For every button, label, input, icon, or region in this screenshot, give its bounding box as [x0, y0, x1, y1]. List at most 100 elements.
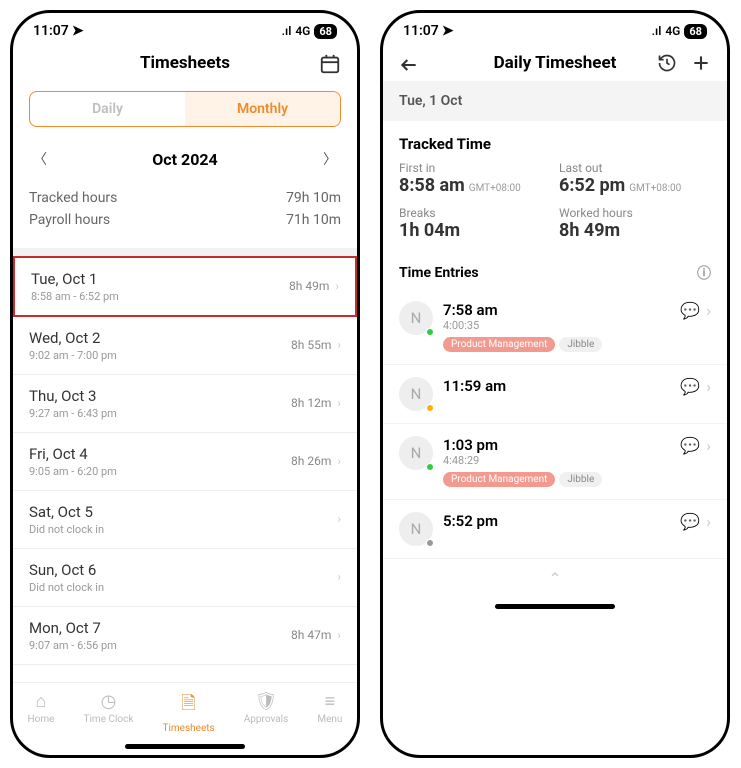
chevron-right-icon: › [706, 301, 711, 320]
chevron-right-icon: › [706, 377, 711, 396]
day-row[interactable]: Sat, Oct 5Did not clock in› [13, 491, 357, 549]
tab-menu-label: Menu [317, 714, 342, 725]
day-subtitle: 9:27 am - 6:43 pm [29, 407, 117, 420]
worked-label: Worked hours [559, 206, 711, 220]
avatar: N [399, 301, 433, 335]
page-title: Timesheets [140, 53, 230, 73]
comment-icon[interactable]: 💬 [680, 436, 700, 455]
chevron-right-icon: › [337, 396, 341, 410]
chevron-right-icon: › [337, 628, 341, 642]
day-title: Sun, Oct 6 [29, 561, 104, 579]
avatar: N [399, 512, 433, 546]
day-row[interactable]: Thu, Oct 39:27 am - 6:43 pm8h 12m› [13, 375, 357, 433]
stopwatch-icon: ◷ [101, 691, 117, 712]
month-label: Oct 2024 [152, 150, 217, 169]
segment-control[interactable]: Daily Monthly [29, 91, 341, 127]
shield-icon: 🛡 [255, 691, 278, 712]
history-icon[interactable] [657, 53, 677, 73]
comment-icon[interactable]: 💬 [680, 512, 700, 531]
segment-monthly[interactable]: Monthly [185, 92, 340, 126]
entries-header: Time Entries ⓘ [383, 253, 727, 289]
time-entry[interactable]: N 5:52 pm 💬 › [383, 500, 727, 559]
first-in-label: First in [399, 161, 551, 175]
day-subtitle: 9:05 am - 6:20 pm [29, 465, 117, 478]
day-subtitle: 9:02 am - 7:00 pm [29, 349, 117, 362]
status-time: 11:07 [403, 23, 439, 39]
entry-pill: Jibble [559, 472, 602, 487]
payroll-hours-label: Payroll hours [29, 209, 110, 231]
home-icon: ⌂ [36, 691, 47, 712]
day-subtitle: 9:07 am - 6:56 pm [29, 639, 117, 652]
tracked-hours-label: Tracked hours [29, 187, 117, 209]
day-row[interactable]: Mon, Oct 7 9:07 am - 6:56 pm 8h 47m› [13, 607, 357, 665]
status-bar: 11:07➤ .ıl 4G 68 [13, 13, 357, 45]
header: Daily Timesheet [383, 45, 727, 81]
tab-approvals-label: Approvals [244, 714, 288, 725]
tab-menu[interactable]: ≡ Menu [317, 691, 342, 734]
comment-icon[interactable]: 💬 [680, 377, 700, 396]
day-title: Sat, Oct 5 [29, 503, 104, 521]
tab-time-clock[interactable]: ◷Time Clock [84, 691, 134, 734]
menu-icon: ≡ [325, 691, 336, 712]
prev-month-button[interactable]: 〈 [33, 149, 47, 169]
network-label: 4G [295, 24, 310, 38]
date-banner: Tue, 1 Oct [383, 81, 727, 121]
tab-timesheets[interactable]: 🗎Timesheets [163, 691, 215, 734]
day-title: Wed, Oct 2 [29, 329, 117, 347]
day-duration: 8h 47m› [291, 628, 341, 642]
avatar: N [399, 436, 433, 470]
comment-icon[interactable]: 💬 [680, 301, 700, 320]
next-month-button[interactable]: 〉 [323, 149, 337, 169]
tab-approvals[interactable]: 🛡 Approvals [244, 691, 288, 734]
chevron-right-icon: › [706, 436, 711, 455]
status-dot [426, 463, 434, 471]
chevron-right-icon: › [706, 512, 711, 531]
timezone: GMT+08:00 [629, 183, 681, 194]
time-entry[interactable]: N7:58 am4:00:35Product ManagementJibble💬… [383, 289, 727, 365]
segment-daily[interactable]: Daily [30, 92, 185, 126]
home-indicator [495, 604, 615, 609]
day-duration: 8h 49m› [289, 279, 339, 293]
time-entry[interactable]: N11:59 am💬› [383, 365, 727, 424]
tab-home[interactable]: ⌂Home [28, 691, 55, 734]
first-in-value: 8:58 am [399, 175, 465, 196]
month-summary: Tracked hours79h 10m Payroll hours71h 10… [13, 181, 357, 248]
signal-icon: .ıl [282, 24, 292, 38]
avatar: N [399, 377, 433, 411]
day-title: Thu, Oct 3 [29, 387, 117, 405]
info-icon[interactable]: ⓘ [697, 263, 711, 283]
day-duration: › [337, 570, 341, 584]
back-button[interactable] [399, 55, 419, 75]
day-row[interactable]: Tue, Oct 18:58 am - 6:52 pm8h 49m› [13, 256, 357, 317]
chevron-right-icon: › [337, 512, 341, 526]
day-row[interactable]: Fri, Oct 49:05 am - 6:20 pm8h 26m› [13, 433, 357, 491]
signal-icon: .ıl [652, 24, 662, 38]
phone-timesheets: 11:07➤ .ıl 4G 68 Timesheets Daily Monthl… [10, 10, 360, 758]
entry-time: 5:52 pm [443, 512, 670, 530]
day-subtitle: Did not clock in [29, 581, 104, 594]
status-dot [426, 539, 434, 547]
phone-daily-timesheet: 11:07➤ .ıl 4G 68 Daily Timesheet Tue, 1 … [380, 10, 730, 758]
location-icon: ➤ [442, 23, 454, 39]
day-title: Mon, Oct 7 [29, 619, 117, 637]
status-dot [426, 328, 434, 336]
status-time: 11:07 [33, 23, 69, 39]
add-button[interactable] [691, 53, 711, 73]
day-duration: › [337, 512, 341, 526]
network-label: 4G [665, 24, 680, 38]
time-entry[interactable]: N1:03 pm4:48:29Product ManagementJibble💬… [383, 424, 727, 500]
entry-pill: Product Management [443, 472, 555, 487]
tab-sheets-label: Timesheets [163, 723, 215, 734]
battery-level: 68 [314, 24, 337, 39]
entry-time: 1:03 pm [443, 436, 670, 454]
chevron-right-icon: › [335, 279, 339, 293]
timezone: GMT+08:00 [469, 183, 521, 194]
entries-list: N7:58 am4:00:35Product ManagementJibble💬… [383, 289, 727, 559]
chevron-right-icon: › [337, 338, 341, 352]
collapse-button[interactable]: ⌃ [383, 559, 727, 598]
day-row[interactable]: Wed, Oct 29:02 am - 7:00 pm8h 55m› [13, 317, 357, 375]
home-indicator [125, 744, 245, 749]
day-row[interactable]: Sun, Oct 6 Did not clock in › [13, 549, 357, 607]
calendar-icon[interactable] [319, 53, 341, 75]
tracked-time-title: Tracked Time [383, 121, 727, 161]
